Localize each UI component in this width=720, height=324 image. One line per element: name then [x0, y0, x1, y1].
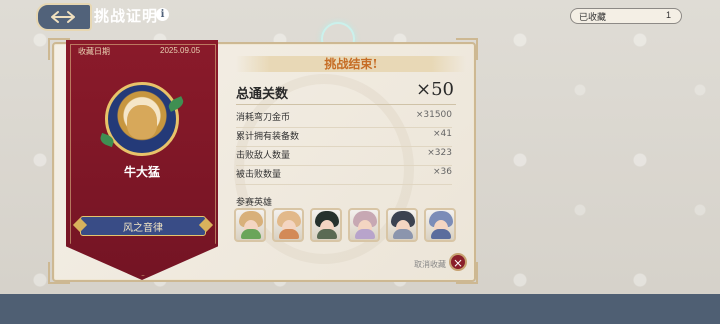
stat-value: ×31500 — [415, 110, 452, 120]
stat-row: 累计拥有装备数 ×41 — [236, 129, 452, 147]
hero-portrait-6[interactable] — [424, 208, 456, 242]
stat-value: ×323 — [427, 148, 452, 158]
back-button[interactable] — [36, 3, 92, 31]
bottom-band — [0, 294, 720, 324]
stat-label: 击败敌人数量 — [236, 151, 291, 161]
hero-name: 牛大猛 — [123, 165, 160, 179]
stat-row: 消耗弯刀金币 ×31500 — [236, 110, 452, 128]
back-arrow-icon — [51, 11, 75, 23]
collected-count: 1 — [665, 10, 671, 20]
collect-date-label: 收藏日期 — [78, 47, 110, 56]
hero-avatar — [98, 82, 186, 156]
stat-label: 累计拥有装备数 — [236, 132, 300, 142]
cancel-collect-label: 取消收藏 — [414, 260, 446, 269]
page-title: 挑战证明 — [94, 7, 159, 25]
participating-heroes-label: 参赛英雄 — [236, 198, 273, 208]
hero-portrait-2[interactable] — [272, 208, 304, 242]
stats-total: ×50 — [416, 79, 454, 100]
stat-label: 消耗弯刀金币 — [236, 113, 291, 123]
hero-portrait-1[interactable] — [234, 208, 266, 242]
hero-portrait-4[interactable] — [348, 208, 380, 242]
stat-value: ×41 — [433, 129, 452, 139]
challenge-end-header: 挑战结束! — [236, 56, 466, 72]
stats-title: 总通关数 — [236, 87, 289, 102]
corner-ornament — [48, 262, 70, 284]
hero-portrait-list — [234, 208, 464, 244]
ribbon-label: 风之音律 — [80, 216, 206, 236]
collected-label: 已收藏 — [579, 12, 607, 22]
collected-counter: 已收藏 1 — [570, 8, 682, 24]
stat-row: 击败敌人数量 ×323 — [236, 148, 452, 166]
stat-label: 被击败数量 — [236, 170, 282, 180]
hero-portrait-3[interactable] — [310, 208, 342, 242]
hero-face — [127, 105, 157, 139]
stat-value: ×36 — [433, 167, 452, 177]
stat-row: 被击败数量 ×36 — [236, 167, 452, 185]
banner-border — [70, 44, 216, 276]
hero-portrait-5[interactable] — [386, 208, 418, 242]
info-icon[interactable]: i — [156, 8, 169, 21]
divider — [236, 104, 456, 105]
cancel-collect-button[interactable]: × — [449, 253, 467, 271]
collect-date-value: 2025.09.05 — [160, 46, 201, 55]
